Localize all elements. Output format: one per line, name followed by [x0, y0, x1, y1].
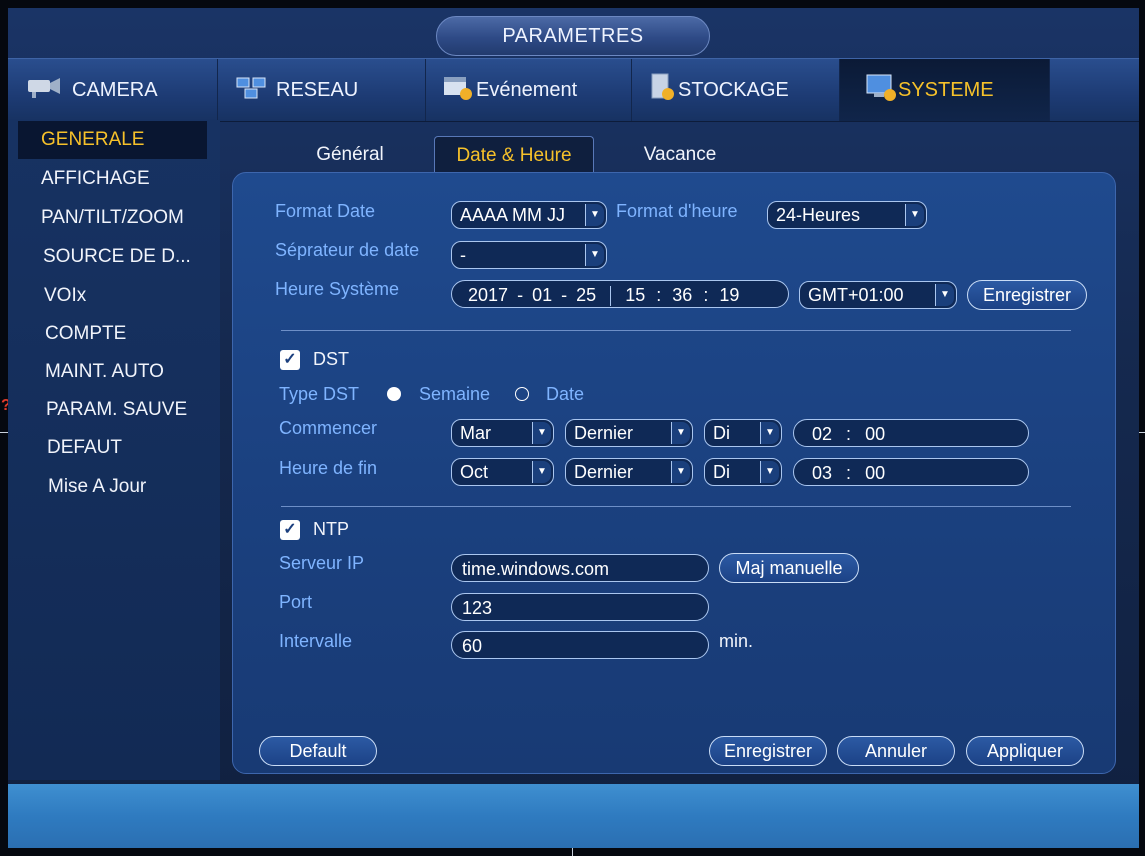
tab-systeme[interactable]: SYSTEME	[840, 59, 1050, 121]
chevron-down-icon: ▼	[585, 204, 604, 226]
radio-semaine[interactable]	[387, 387, 401, 401]
sidebar-item-param-sauve[interactable]: PARAM. SAUVE	[46, 399, 187, 421]
enregistrer-time-button[interactable]: Enregistrer	[967, 280, 1087, 310]
radio-date[interactable]	[515, 387, 529, 401]
format-heure-label: Format d'heure	[616, 201, 738, 221]
start-time-field[interactable]: 02 : 00	[793, 419, 1029, 447]
end-time-field[interactable]: 03 : 00	[793, 458, 1029, 486]
tab-stockage[interactable]: STOCKAGE	[632, 59, 840, 121]
tab-camera[interactable]: CAMERA	[8, 59, 218, 121]
start-day-select[interactable]: Di ▼	[704, 419, 782, 447]
commencer-label: Commencer	[279, 418, 378, 438]
divider	[281, 330, 1071, 331]
end-month-select[interactable]: Oct ▼	[451, 458, 554, 486]
sidebar-item-compte[interactable]: COMPTE	[45, 323, 126, 345]
heure-systeme-label: Heure Système	[275, 279, 400, 299]
dst-label: DST	[313, 349, 349, 369]
start-week-select[interactable]: Dernier ▼	[565, 419, 693, 447]
date-option-label: Date	[546, 384, 585, 404]
chevron-down-icon: ▼	[760, 461, 779, 483]
format-date-select[interactable]: AAAA MM JJ ▼	[451, 201, 607, 229]
chevron-down-icon: ▼	[671, 422, 690, 444]
overlay-line-left	[0, 432, 8, 433]
start-month-select[interactable]: Mar ▼	[451, 419, 554, 447]
camera-icon	[24, 74, 64, 106]
divider	[281, 506, 1071, 507]
system-icon	[864, 72, 898, 108]
chevron-down-icon: ▼	[532, 422, 551, 444]
heure-de-fin-label: Heure de fin	[279, 458, 378, 478]
format-date-label: Format Date	[275, 201, 376, 221]
chevron-down-icon: ▼	[905, 204, 924, 226]
apply-button[interactable]: Appliquer	[966, 736, 1084, 766]
overlay-line-bottom	[572, 848, 573, 856]
intervalle-label: Intervalle	[279, 631, 353, 651]
overlay-line-right	[1139, 432, 1145, 433]
chevron-down-icon: ▼	[760, 422, 779, 444]
type-dst-label: Type DST	[279, 384, 360, 404]
tab-evenement[interactable]: Evénement	[426, 59, 632, 121]
chevron-down-icon: ▼	[935, 284, 954, 306]
tab-general[interactable]: Général	[300, 136, 400, 174]
tab-date-heure[interactable]: Date & Heure	[434, 136, 594, 175]
sidebar-item-defaut[interactable]: DEFAUT	[47, 437, 122, 459]
event-icon	[442, 73, 474, 107]
sidebar-item-voix[interactable]: VOIx	[44, 285, 86, 307]
window-title: PARAMETRES	[436, 16, 710, 56]
ntp-label: NTP	[313, 519, 349, 539]
top-navigation: CAMERA RESEAU Evénement STOCKAGE SYSTEME	[8, 58, 1139, 122]
chevron-down-icon: ▼	[585, 244, 604, 266]
manual-update-button[interactable]: Maj manuelle	[719, 553, 859, 583]
end-day-select[interactable]: Di ▼	[704, 458, 782, 486]
tab-reseau[interactable]: RESEAU	[218, 59, 426, 121]
semaine-label: Semaine	[419, 384, 491, 404]
dst-checkbox[interactable]: ✓	[280, 350, 300, 370]
serveur-ip-label: Serveur IP	[279, 553, 365, 573]
interval-unit: min.	[719, 631, 754, 651]
end-week-select[interactable]: Dernier ▼	[565, 458, 693, 486]
tab-vacance[interactable]: Vacance	[630, 136, 730, 174]
settings-window: PARAMETRES CAMERA RESEAU Evénement STOCK…	[8, 8, 1139, 848]
ntp-checkbox[interactable]: ✓	[280, 520, 300, 540]
storage-icon	[648, 72, 678, 108]
cancel-button[interactable]: Annuler	[837, 736, 955, 766]
ntp-server-input[interactable]: time.windows.com	[451, 554, 709, 582]
date-time-panel: Format Date AAAA MM JJ ▼ Format d'heure …	[232, 172, 1116, 774]
sidebar-item-source[interactable]: SOURCE DE D...	[43, 246, 191, 268]
network-icon	[234, 74, 268, 106]
sidebar: GENERALE AFFICHAGE PAN/TILT/ZOOM SOURCE …	[8, 120, 220, 780]
save-button[interactable]: Enregistrer	[709, 736, 827, 766]
system-datetime-field[interactable]: 2017 - 01 - 25 15 : 36 : 19	[451, 280, 789, 308]
default-button[interactable]: Default	[259, 736, 377, 766]
timezone-select[interactable]: GMT+01:00 ▼	[799, 281, 957, 309]
bottom-bar	[8, 784, 1139, 848]
ntp-interval-input[interactable]: 60	[451, 631, 709, 659]
sidebar-item-mise-a-jour[interactable]: Mise A Jour	[48, 476, 146, 498]
sidebar-item-affichage[interactable]: AFFICHAGE	[41, 168, 150, 190]
chevron-down-icon: ▼	[532, 461, 551, 483]
sidebar-item-generale[interactable]: GENERALE	[18, 121, 207, 159]
ntp-port-input[interactable]: 123	[451, 593, 709, 621]
sidebar-item-pan-tilt-zoom[interactable]: PAN/TILT/ZOOM	[41, 207, 184, 229]
separateur-label: Séprateur de date	[275, 240, 420, 260]
sidebar-item-maint-auto[interactable]: MAINT. AUTO	[45, 361, 164, 383]
port-label: Port	[279, 592, 313, 612]
chevron-down-icon: ▼	[671, 461, 690, 483]
format-heure-select[interactable]: 24-Heures ▼	[767, 201, 927, 229]
separateur-select[interactable]: - ▼	[451, 241, 607, 269]
